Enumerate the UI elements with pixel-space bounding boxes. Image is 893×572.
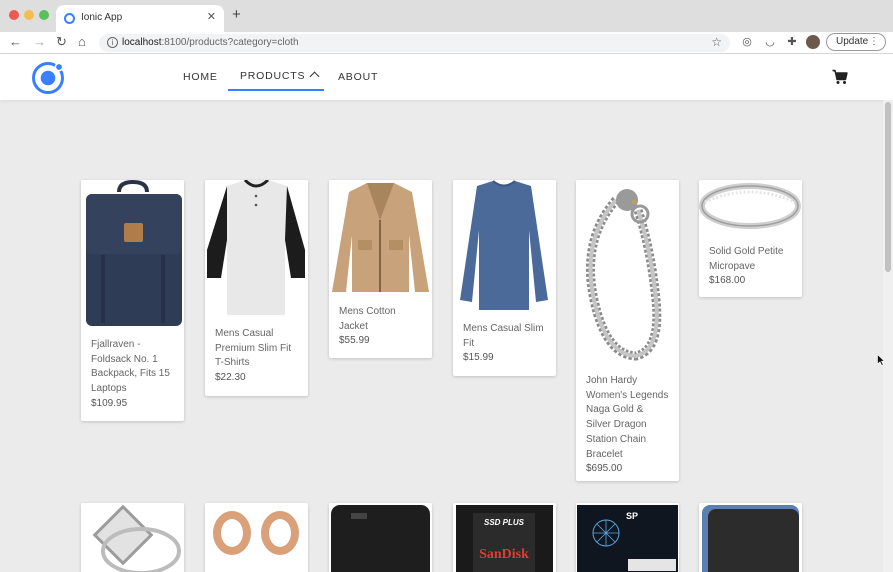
product-card[interactable]: Mens Cotton Jacket $55.99: [329, 180, 432, 358]
product-card[interactable]: John Hardy Women's Legends Naga Gold & S…: [576, 180, 679, 481]
product-price: $22.30: [215, 372, 246, 384]
extension-icon[interactable]: ◎: [741, 36, 753, 48]
profile-avatar[interactable]: [806, 35, 820, 49]
product-image[interactable]: [576, 180, 679, 366]
product-price: $695.00: [586, 463, 623, 475]
product-title[interactable]: Fjallraven - Foldsack No. 1 Backpack, Fi…: [81, 338, 184, 397]
pocket-icon[interactable]: ◡: [764, 36, 776, 48]
product-image[interactable]: [329, 503, 432, 572]
product-image[interactable]: [699, 180, 802, 238]
product-image[interactable]: [81, 503, 184, 572]
nav-products-label: PRODUCTS: [240, 70, 306, 82]
reload-icon[interactable]: ↻: [56, 34, 67, 50]
url-path: :8100/products?category=cloth: [161, 37, 299, 48]
active-nav-indicator: [228, 89, 324, 91]
product-image[interactable]: SP: [576, 503, 679, 572]
product-card[interactable]: Mens Casual Slim Fit $15.99: [453, 180, 556, 376]
sandisk-model-label: SSD PLUS: [484, 518, 525, 527]
product-image[interactable]: SSD PLUS SanDisk: [453, 503, 556, 572]
product-card[interactable]: [81, 503, 184, 572]
home-icon[interactable]: ⌂: [78, 34, 86, 50]
browser-menu-icon[interactable]: ⋮: [869, 34, 879, 50]
new-tab-button[interactable]: +: [232, 7, 241, 22]
product-title[interactable]: Mens Casual Slim Fit: [453, 322, 556, 351]
product-price: $168.00: [709, 275, 746, 287]
sp-brand-label: SP: [626, 511, 638, 521]
tab-title: Ionic App: [81, 12, 123, 23]
product-card[interactable]: [329, 503, 432, 572]
puzzle-icon[interactable]: ✚: [786, 36, 798, 48]
product-card[interactable]: [205, 503, 308, 572]
site-info-icon[interactable]: i: [107, 37, 118, 48]
browser-tab-bar: Ionic App ✕ +: [0, 0, 893, 32]
update-label: Update: [836, 36, 869, 47]
ionic-logo-icon[interactable]: [31, 60, 65, 94]
product-image[interactable]: [329, 180, 432, 295]
chevron-up-icon: [309, 71, 320, 82]
browser-toolbar: ← → ↻ ⌂ i localhost:8100/products?catego…: [0, 32, 893, 54]
product-card[interactable]: Mens Casual Premium Slim Fit T-Shirts $2…: [205, 180, 308, 396]
product-price: $15.99: [463, 352, 494, 364]
product-image[interactable]: [453, 180, 556, 314]
product-title[interactable]: Solid Gold Petite Micropave: [699, 245, 802, 274]
product-card[interactable]: Fjallraven - Foldsack No. 1 Backpack, Fi…: [81, 180, 184, 421]
address-bar[interactable]: i localhost:8100/products?category=cloth…: [99, 34, 730, 52]
url-text: localhost:8100/products?category=cloth: [122, 37, 299, 48]
maximize-window-button[interactable]: [39, 10, 49, 20]
scrollbar-thumb[interactable]: [885, 102, 891, 272]
product-price: $109.95: [91, 397, 128, 409]
product-title[interactable]: John Hardy Women's Legends Naga Gold & S…: [576, 374, 679, 462]
ionic-favicon-icon: [64, 13, 75, 24]
nav-about-link[interactable]: ABOUT: [338, 71, 378, 83]
nav-home-link[interactable]: HOME: [183, 71, 218, 83]
product-image[interactable]: [699, 503, 802, 572]
page-scrollbar[interactable]: [883, 100, 893, 572]
update-button[interactable]: Update ⋮: [826, 33, 886, 51]
product-title[interactable]: Mens Cotton Jacket: [329, 305, 432, 334]
product-image[interactable]: [205, 180, 308, 317]
nav-products-link[interactable]: PRODUCTS: [240, 70, 320, 82]
app-header: HOME PRODUCTS ABOUT: [0, 54, 893, 100]
product-card[interactable]: Solid Gold Petite Micropave $168.00: [699, 180, 802, 297]
tab-close-icon[interactable]: ✕: [207, 11, 216, 23]
bookmark-star-icon[interactable]: ☆: [711, 35, 722, 49]
url-host: localhost: [122, 37, 162, 48]
product-card[interactable]: SP: [576, 503, 679, 572]
browser-tab[interactable]: Ionic App ✕: [56, 5, 224, 32]
product-card[interactable]: SSD PLUS SanDisk: [453, 503, 556, 572]
sandisk-brand-label: SanDisk: [479, 547, 529, 562]
back-arrow-icon[interactable]: ←: [9, 34, 22, 50]
product-card[interactable]: [699, 503, 802, 572]
product-price: $55.99: [339, 335, 370, 347]
product-image[interactable]: [81, 180, 184, 330]
cart-icon[interactable]: [832, 69, 848, 85]
minimize-window-button[interactable]: [24, 10, 34, 20]
mouse-cursor-icon: [877, 354, 885, 366]
product-image[interactable]: [205, 503, 308, 572]
close-window-button[interactable]: [9, 10, 19, 20]
forward-arrow-icon[interactable]: →: [33, 34, 46, 50]
product-title[interactable]: Mens Casual Premium Slim Fit T-Shirts: [205, 327, 308, 371]
